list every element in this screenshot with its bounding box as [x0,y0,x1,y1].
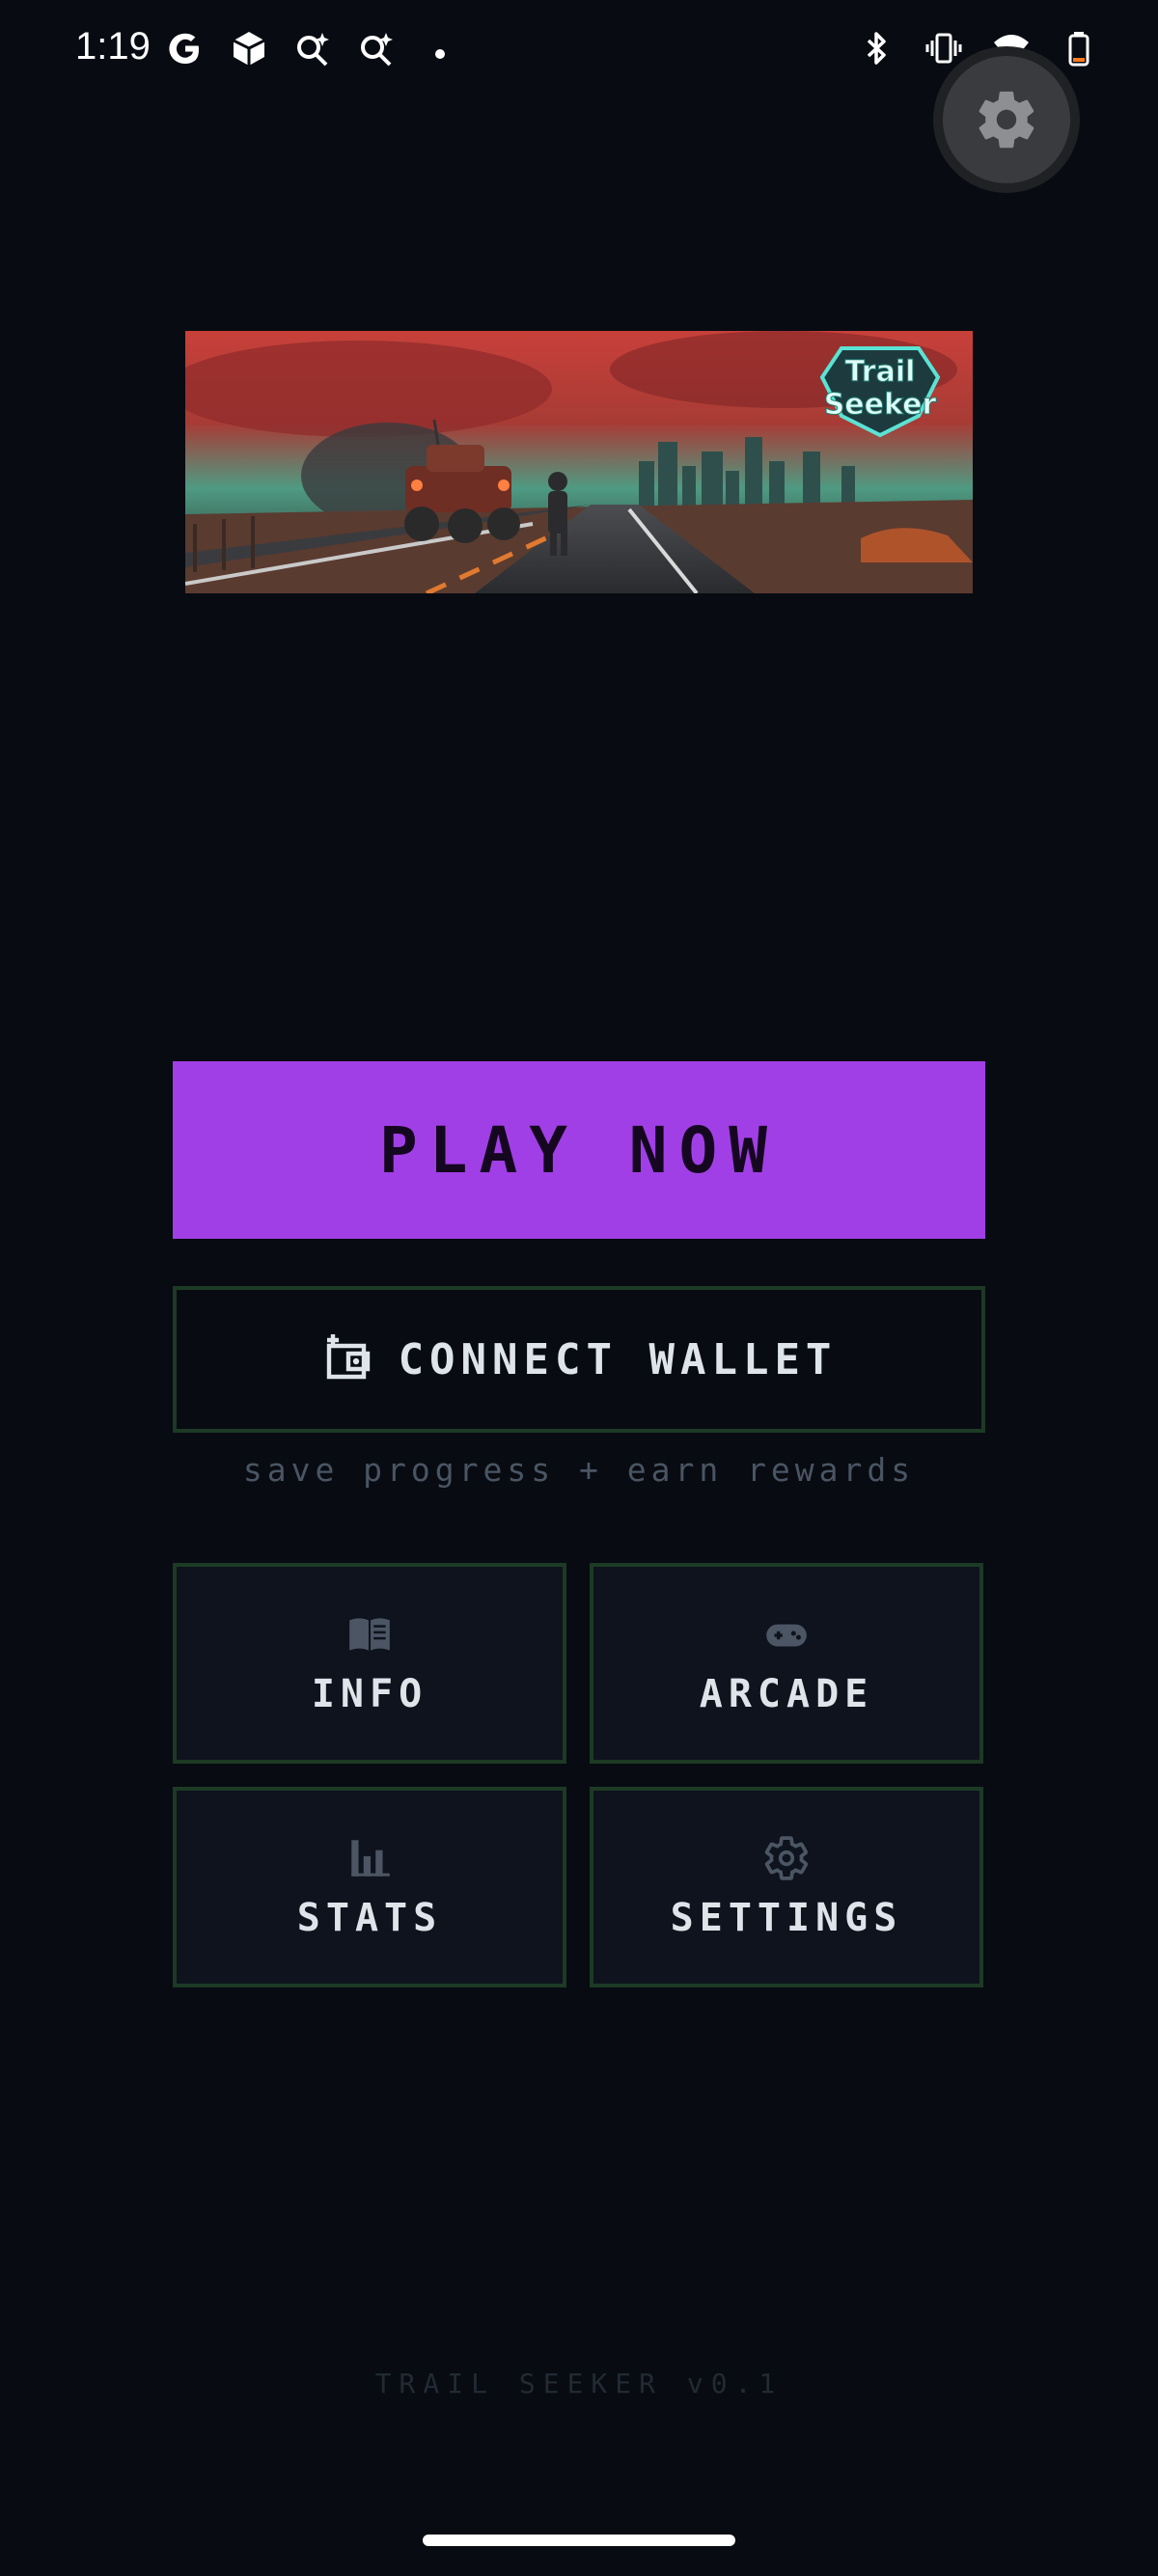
battery-icon [1058,27,1100,69]
connect-wallet-label: CONNECT WALLET [398,1334,838,1384]
banner-logo-line2: Seeker [824,388,937,422]
info-tile[interactable]: INFO [173,1563,566,1764]
gear-icon [764,1836,809,1880]
bar-chart-icon [351,1840,390,1877]
home-indicator[interactable] [423,2535,735,2546]
google-icon [164,27,207,69]
settings-label: SETTINGS [670,1896,903,1940]
status-time: 1:19 [75,25,151,68]
gear-icon [979,91,1034,149]
gamepad-icon [766,1624,807,1647]
sparkle-search-icon [355,27,398,69]
settings-tile[interactable]: SETTINGS [590,1787,983,1987]
wallet-icon [326,1334,370,1380]
sparkle-search-icon [291,27,334,69]
play-now-button[interactable]: PLAY NOW [173,1061,985,1239]
book-icon [349,1618,390,1651]
stats-tile[interactable]: STATS [173,1787,566,1987]
stats-label: STATS [296,1896,443,1940]
settings-fab[interactable] [933,46,1080,193]
banner-logo-line1: Trail [845,355,916,389]
info-label: INFO [311,1672,428,1716]
cube-icon [228,27,270,69]
bluetooth-icon [855,27,897,69]
dot-icon [419,27,461,69]
wallet-subtitle: save progress + earn rewards [242,1451,916,1489]
arcade-tile[interactable]: ARCADE [590,1563,983,1764]
footer-version: TRAIL SEEKER v0.1 [374,2368,784,2399]
connect-wallet-button[interactable]: CONNECT WALLET [173,1286,985,1433]
arcade-label: ARCADE [699,1672,874,1716]
trail-seeker-banner: Trail Seeker [185,331,973,593]
